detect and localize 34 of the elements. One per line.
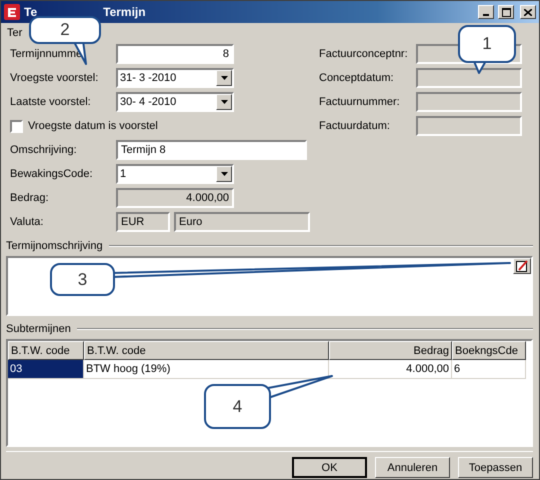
window-title: Termijn [103,5,146,19]
window-title: Te [24,5,38,19]
dropdown-field[interactable]: 1 [116,164,234,184]
section-title: Termijnomschrijving [6,240,103,252]
callout-number: 1 [458,25,516,63]
field-label: Vroegste voorstel: [10,72,100,84]
field-label: BewakingsCode: [10,168,94,180]
dialog-button[interactable]: Toepassen [458,457,533,478]
field-label: Factuurconceptnr: [319,48,409,60]
field-label: Bedrag: [10,192,50,204]
field-label: Laatste voorstel: [10,96,92,108]
dialog-button[interactable]: OK [292,457,367,478]
input-field[interactable]: 8 [116,44,234,64]
dialog-button[interactable]: Annuleren [375,457,450,478]
table-cell: 4.000,00 [329,360,452,379]
section-title: Subtermijnen [6,323,71,335]
column-header[interactable]: B.T.W. code [84,341,329,360]
column-header[interactable]: B.T.W. code [8,341,84,360]
callout-number: 3 [50,263,115,296]
table-cell: 6 [452,360,526,379]
dropdown-field[interactable]: 30- 4 -2010 [116,92,234,112]
callout-number: 4 [204,384,271,429]
group-label: Ter [7,26,22,40]
field-label: Factuurnummer: [319,96,401,108]
column-header[interactable]: BoekngsCde [452,341,526,360]
dropdown-field[interactable]: 31- 3 -2010 [116,68,234,88]
field-label: Omschrijving: [10,144,78,156]
table-cell: 03 [8,360,84,379]
input-field[interactable]: Termijn 8 [116,140,307,160]
field-label: Valuta: [10,216,44,228]
checkbox-label: Vroegste datum is voorstel [28,120,158,132]
field-label: Conceptdatum: [319,72,395,84]
field-label: Factuurdatum: [319,120,391,132]
column-header[interactable]: Bedrag [329,341,452,360]
